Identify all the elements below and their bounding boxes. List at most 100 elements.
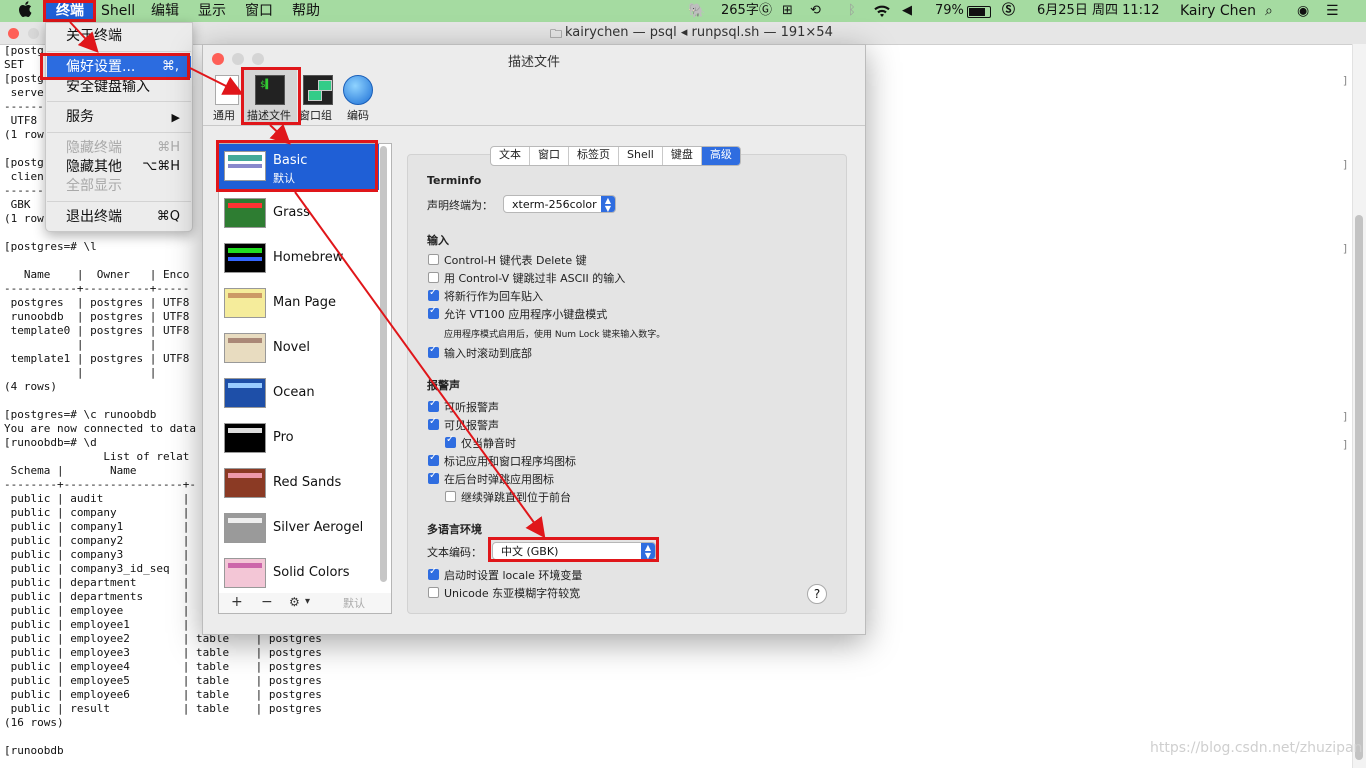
checkbox-set-locale[interactable] [428,566,439,580]
help-button[interactable]: ? [807,584,827,604]
checkbox-only-when-muted[interactable] [445,434,456,448]
menu-help[interactable]: 帮助 [292,2,320,20]
menu-item-about[interactable]: 关于终端 [66,27,122,45]
checkbox-control-v[interactable] [428,272,439,283]
profile-default-tag: 默认 [273,172,295,185]
checkbox-paste-newlines[interactable] [428,287,439,301]
toolbar-window-groups[interactable]: 窗口组 [299,107,332,123]
terminal-type-select[interactable]: xterm-256color ▲ ▼ [503,195,616,213]
profile-name: Red Sands [273,475,342,490]
menu-item-hide-others[interactable]: 隐藏其他 [66,158,122,176]
gear-icon[interactable]: ⚙︎ [289,595,300,609]
profile-thumbnail [224,558,266,588]
checkbox-keep-bouncing[interactable] [445,491,456,502]
time-machine-icon[interactable]: ⟲ [810,2,821,20]
tab-tabs[interactable]: 标签页 [569,147,619,165]
checkbox-visual-bell[interactable] [428,416,439,430]
folder-icon: 🗀 [550,27,563,41]
set-default-button[interactable]: 默认 [343,595,365,611]
battery-icon[interactable] [967,6,991,18]
profile-homebrew[interactable]: Homebrew [219,236,379,281]
toolbar-profiles[interactable]: 描述文件 [247,107,291,123]
add-profile-button[interactable]: + [231,594,243,610]
menu-item-services[interactable]: 服务 [66,108,94,126]
checkbox-label: 启动时设置 locale 环境变量 [444,569,583,582]
profile-list-scroll-thumb[interactable] [380,146,387,582]
profile-basic[interactable]: Basic 默认 [219,144,379,190]
encoding-globe-icon[interactable] [343,75,373,105]
mark-bracket: ] [1342,74,1349,87]
volume-icon[interactable]: ◀ [902,2,912,20]
user-name[interactable]: Kairy Chen [1180,2,1256,20]
window-groups-icon[interactable] [303,75,333,105]
checkbox-label: 可听报警声 [444,401,499,414]
text-encoding-select[interactable]: 中文 (GBK) ▲ ▼ [492,542,656,560]
siri-icon[interactable]: ◉ [1297,2,1309,20]
grid-icon[interactable]: ⊞ [782,2,793,20]
toolbar-encodings[interactable]: 编码 [347,107,369,123]
battery-percent[interactable]: 79% [935,2,964,20]
toolbar-general[interactable]: 通用 [213,107,235,123]
profile-list[interactable]: Basic 默认 Grass Homebrew Man Page Novel O… [218,143,392,595]
profile-silver-aerogel[interactable]: Silver Aerogel [219,506,379,551]
mark-bracket: ] [1342,158,1349,171]
profile-thumbnail [224,288,266,318]
tab-text[interactable]: 文本 [491,147,530,165]
elephant-icon[interactable]: 🐘 [688,2,705,20]
checkbox-unicode-wide[interactable] [428,587,439,598]
menu-item-preferences[interactable]: 偏好设置... ⌘, [47,56,191,78]
checkbox-vt100-keypad[interactable] [428,305,439,319]
profile-ocean[interactable]: Ocean [219,371,379,416]
menu-edit[interactable]: 编辑 [151,2,179,20]
general-switch-icon[interactable] [215,75,239,105]
profile-pro[interactable]: Pro [219,416,379,461]
notification-center-icon[interactable]: ☰ [1326,2,1339,20]
datetime[interactable]: 6月25日 周四 11:12 [1037,2,1160,20]
profile-man-page[interactable]: Man Page [219,281,379,326]
apple-logo-icon[interactable] [18,1,32,17]
profile-novel[interactable]: Novel [219,326,379,371]
menu-item-hide[interactable]: 隐藏终端 [66,139,122,157]
checkbox-label: 将新行作为回车贴入 [444,290,543,303]
tab-shell[interactable]: Shell [619,147,663,165]
menu-shell[interactable]: Shell [101,2,135,20]
checkbox-label: 继续弹跳直到位于前台 [461,491,571,504]
menu-view[interactable]: 显示 [198,2,226,20]
checkbox-label: 可见报警声 [444,419,499,432]
terminal-title: kairychen — psql ◂ runpsql.sh — 191×54 [565,25,833,40]
menu-item-show-all[interactable]: 全部显示 [66,177,122,195]
close-icon[interactable] [8,28,19,39]
tab-window[interactable]: 窗口 [530,147,569,165]
tab-keyboard[interactable]: 键盘 [663,147,702,165]
menu-item-secure-keyboard[interactable]: 安全键盘输入 [66,78,150,96]
menu-item-preferences-label: 偏好设置... [66,59,136,75]
profile-thumbnail [224,468,266,498]
tab-advanced[interactable]: 高级 [701,147,740,165]
terminal-type-value: xterm-256color [512,198,597,211]
spotlight-search-icon[interactable]: ⌕ [1265,2,1273,20]
remove-profile-button[interactable]: − [261,594,273,610]
grammarly-icon[interactable]: Ⓖ [759,2,772,20]
profiles-terminal-icon[interactable]: $▌ [255,75,285,105]
bluetooth-icon[interactable]: ᛒ [848,2,856,20]
terminfo-heading: Terminfo [427,174,482,187]
menu-window[interactable]: 窗口 [245,2,273,20]
menu-item-quit[interactable]: 退出终端 [66,208,122,226]
checkbox-control-h[interactable] [428,254,439,265]
profile-grass[interactable]: Grass [219,191,379,236]
wifi-icon[interactable] [873,4,891,18]
minimize-icon[interactable] [28,28,39,39]
menu-terminal[interactable]: 终端 [46,2,94,20]
word-count[interactable]: 265字 [721,2,759,20]
checkbox-scroll-to-bottom[interactable] [428,344,439,358]
checkbox-bounce-icon[interactable] [428,470,439,484]
mark-bracket: ] [1342,242,1349,255]
profile-red-sands[interactable]: Red Sands [219,461,379,506]
checkbox-audible-bell[interactable] [428,398,439,412]
terminal-scroll-thumb[interactable] [1355,215,1363,760]
app-s-icon[interactable]: Ⓢ [1002,2,1015,20]
text-encoding-value: 中文 (GBK) [501,545,559,558]
profile-solid-colors[interactable]: Solid Colors [219,551,379,596]
toolbar-separator [203,125,865,126]
checkbox-badge-dock-icon[interactable] [428,452,439,466]
